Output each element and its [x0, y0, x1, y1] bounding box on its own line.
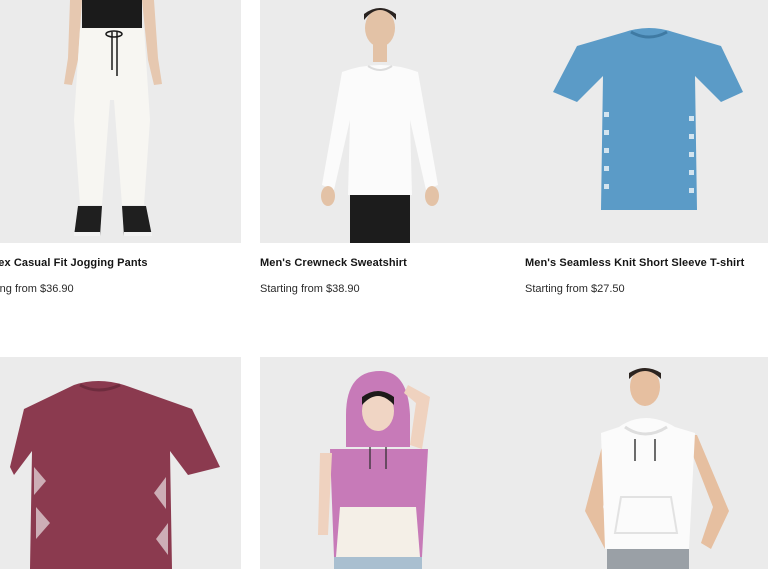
product-title[interactable]: Men's Crewneck Sweatshirt — [260, 257, 527, 269]
product-card[interactable]: Unisex Casual Fit Jogging Pants Starting… — [0, 0, 241, 295]
product-card[interactable] — [525, 357, 768, 569]
product-price: Starting from $36.90 — [0, 283, 74, 295]
product-card[interactable] — [260, 357, 527, 569]
product-image-jogging-pants[interactable] — [0, 0, 241, 243]
product-image-crewneck-sweatshirt[interactable] — [260, 0, 527, 243]
product-price: Starting from $38.90 — [260, 283, 360, 295]
product-image-sleeveless-hoodie-white[interactable] — [525, 357, 768, 569]
product-grid: Unisex Casual Fit Jogging Pants Starting… — [0, 0, 768, 569]
product-card[interactable] — [0, 357, 241, 569]
product-card[interactable]: Men's Seamless Knit Short Sleeve T-shirt… — [525, 0, 768, 295]
product-image-maroon-tshirt[interactable] — [0, 357, 241, 569]
product-card[interactable]: Men's Crewneck Sweatshirt Starting from … — [260, 0, 527, 295]
product-image-sleeveless-hoodie-pink[interactable] — [260, 357, 527, 569]
product-title[interactable]: Men's Seamless Knit Short Sleeve T-shirt — [525, 257, 768, 269]
product-title[interactable]: Unisex Casual Fit Jogging Pants — [0, 257, 241, 269]
product-image-seamless-knit-tshirt[interactable] — [525, 0, 768, 243]
product-price: Starting from $27.50 — [525, 283, 625, 295]
